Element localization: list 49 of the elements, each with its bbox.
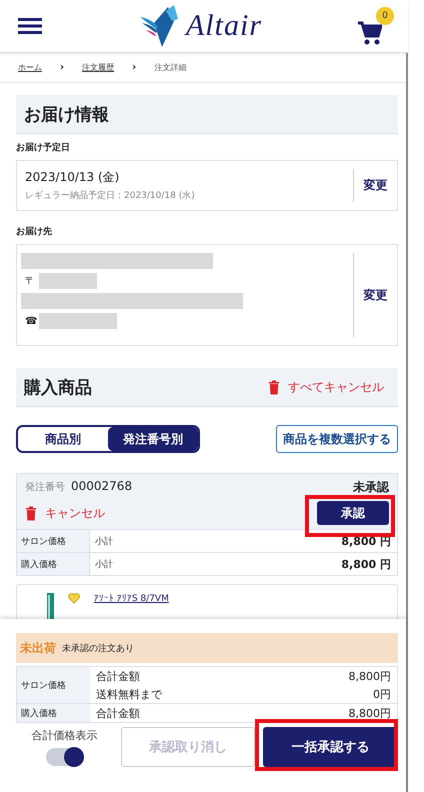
order-status: 未承認: [353, 479, 389, 496]
trash-icon: [25, 506, 37, 520]
price-label: サロン価格: [17, 530, 90, 552]
phone-mark: ☎: [25, 316, 38, 326]
regular-date: レギュラー納品予定日：2023/10/18 (水): [25, 190, 196, 202]
field-label: お届け予定日: [16, 141, 71, 154]
order-number-label: 発注番号: [25, 480, 65, 494]
breadcrumb-separator: ›: [132, 62, 136, 73]
total-item: 送料無料まで: [96, 686, 162, 702]
logo-wordmark[interactable]: Altair: [186, 9, 262, 43]
price-item: 小計: [94, 558, 114, 570]
price-amount: 8,800 円: [341, 556, 392, 572]
trash-icon: [268, 380, 280, 394]
field-label: お届け先: [16, 225, 53, 238]
total-amount: 8,800円: [348, 668, 391, 684]
section-title: お届け情報: [24, 104, 109, 126]
section-title: 購入商品: [24, 376, 92, 398]
total-amount: 8,800円: [348, 706, 391, 720]
price-label: 購入価格: [17, 704, 90, 722]
cart-button[interactable]: 0: [358, 7, 394, 45]
cart-icon: [358, 21, 382, 45]
total-item: 合計金額: [96, 706, 140, 720]
price-label: 購入価格: [17, 553, 90, 575]
delivery-date: 2023/10/13 (金): [25, 169, 120, 186]
breadcrumb-separator: ›: [60, 62, 64, 73]
change-button[interactable]: 変更: [353, 169, 397, 202]
order-number: 00002768: [71, 479, 132, 493]
postal-mark: 〒: [25, 275, 35, 288]
view-tab[interactable]: 発注番号別: [108, 427, 198, 451]
price-label: サロン価格: [17, 667, 90, 703]
cart-count-badge: 0: [376, 7, 394, 25]
total-toggle[interactable]: [46, 748, 84, 766]
breadcrumb-current: 注文詳細: [154, 62, 186, 73]
total-item: 合計金額: [96, 668, 140, 684]
price-item: 小計: [94, 536, 114, 548]
change-button[interactable]: 変更: [353, 253, 397, 337]
breadcrumb-link[interactable]: 注文履歴: [82, 62, 114, 73]
status-note: 未承認の注文あり: [62, 642, 134, 654]
total-amount: 0円: [373, 686, 391, 702]
redaction-bar: [39, 273, 97, 289]
multi-select-button[interactable]: 商品を複数選択する: [276, 425, 398, 453]
product-link[interactable]: ｱｿｰﾄ ｱﾘｱS 8/7VM: [94, 593, 169, 604]
cancel-button[interactable]: キャンセル: [25, 501, 317, 525]
menu-icon[interactable]: [18, 17, 42, 35]
breadcrumb-link[interactable]: ホーム: [18, 62, 42, 73]
toggle-label: 合計価格表示: [32, 728, 98, 743]
shipping-status: 未出荷: [20, 640, 56, 656]
approve-button[interactable]: 承認: [317, 501, 389, 525]
cancel-all-button[interactable]: すべてキャンセル: [262, 378, 390, 396]
